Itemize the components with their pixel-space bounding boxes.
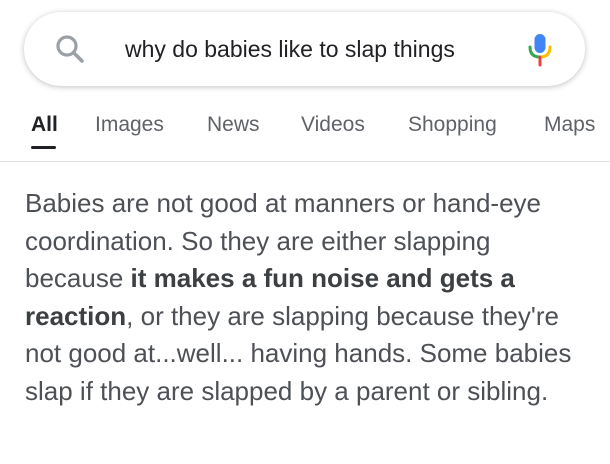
tab-news[interactable]: News: [207, 112, 260, 138]
featured-snippet-text: Babies are not good at manners or hand-e…: [25, 185, 595, 410]
search-query-text[interactable]: why do babies like to slap things: [125, 35, 455, 63]
tabs-divider: [0, 161, 610, 162]
search-icon[interactable]: [54, 33, 86, 65]
tab-images[interactable]: Images: [95, 112, 164, 138]
tab-videos[interactable]: Videos: [301, 112, 365, 138]
search-results-page: why do babies like to slap things All Im…: [0, 0, 610, 464]
tab-all[interactable]: All: [31, 112, 58, 138]
tab-maps[interactable]: Maps: [544, 112, 595, 138]
search-tabs: All Images News Videos Shopping Maps: [0, 102, 610, 162]
tab-shopping[interactable]: Shopping: [408, 112, 497, 138]
microphone-icon[interactable]: [526, 32, 554, 68]
active-tab-indicator: [31, 146, 56, 149]
search-bar[interactable]: why do babies like to slap things: [24, 12, 585, 86]
